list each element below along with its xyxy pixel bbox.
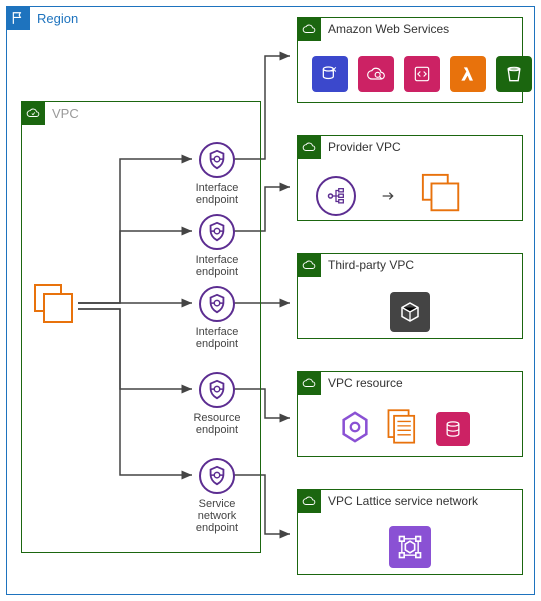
lattice-network-icon xyxy=(389,526,431,568)
resource-icons xyxy=(338,408,472,449)
cloud-icon xyxy=(302,22,316,36)
box-label: Amazon Web Services xyxy=(328,22,449,36)
endpoint-label: Interface endpoint xyxy=(182,254,252,278)
cloud-icon xyxy=(302,258,316,272)
flag-icon xyxy=(11,11,25,25)
region-container: Region VPC Interface endpoint Interface … xyxy=(6,6,535,595)
box-label: VPC resource xyxy=(328,376,403,390)
interface-endpoint-2: Interface endpoint xyxy=(182,214,252,278)
box-badge xyxy=(297,489,321,513)
box-label: Third-party VPC xyxy=(328,258,414,272)
region-badge xyxy=(6,6,30,30)
database-resource-icon xyxy=(436,412,470,446)
endpoint-label: Interface endpoint xyxy=(182,182,252,206)
thirdparty-icon-wrap xyxy=(388,290,432,334)
marketplace-icon xyxy=(390,292,430,332)
endpoint-label: Resource endpoint xyxy=(182,412,252,436)
vpc-label: VPC xyxy=(52,106,79,121)
load-balancer-icon xyxy=(316,176,356,216)
box-badge xyxy=(297,17,321,41)
stack-resource-icon xyxy=(386,408,420,449)
box-label: Provider VPC xyxy=(328,140,401,154)
resource-endpoint: Resource endpoint xyxy=(182,372,252,436)
cloud-icon xyxy=(302,376,316,390)
shield-endpoint-icon xyxy=(199,372,235,408)
lattice-icon-wrap xyxy=(387,524,433,570)
code-service-icon xyxy=(404,56,440,92)
box-badge xyxy=(297,371,321,395)
box-badge xyxy=(297,135,321,159)
shield-endpoint-icon xyxy=(199,214,235,250)
provider-vpc-box: Provider VPC xyxy=(297,135,523,221)
region-label: Region xyxy=(37,11,78,26)
vpc-badge xyxy=(21,101,45,125)
aws-icons xyxy=(310,54,534,94)
arrow-icon xyxy=(380,188,396,204)
box-label: VPC Lattice service network xyxy=(328,494,478,508)
shield-endpoint-icon xyxy=(199,286,235,322)
database-service-icon xyxy=(312,56,348,92)
shield-endpoint-icon xyxy=(199,142,235,178)
vpc-lattice-box: VPC Lattice service network xyxy=(297,489,523,575)
cloud-icon xyxy=(302,140,316,154)
analytics-service-icon xyxy=(358,56,394,92)
service-network-endpoint: Service network endpoint xyxy=(182,458,252,534)
endpoint-label: Interface endpoint xyxy=(182,326,252,350)
thirdparty-vpc-box: Third-party VPC xyxy=(297,253,523,339)
client-icon xyxy=(32,282,78,328)
instances-icon xyxy=(420,172,464,219)
aws-services-box: Amazon Web Services xyxy=(297,17,523,103)
vpc-container: VPC Interface endpoint Interface endpoin… xyxy=(21,101,261,553)
lambda-service-icon xyxy=(450,56,486,92)
interface-endpoint-3: Interface endpoint xyxy=(182,286,252,350)
interface-endpoint-1: Interface endpoint xyxy=(182,142,252,206)
storage-service-icon xyxy=(496,56,532,92)
cloud-icon xyxy=(26,106,40,120)
endpoint-label: Service network endpoint xyxy=(182,498,252,534)
box-badge xyxy=(297,253,321,277)
cloud-icon xyxy=(302,494,316,508)
hex-resource-icon xyxy=(338,410,372,447)
provider-contents xyxy=(316,172,464,219)
shield-endpoint-icon xyxy=(199,458,235,494)
vpc-resource-box: VPC resource xyxy=(297,371,523,457)
